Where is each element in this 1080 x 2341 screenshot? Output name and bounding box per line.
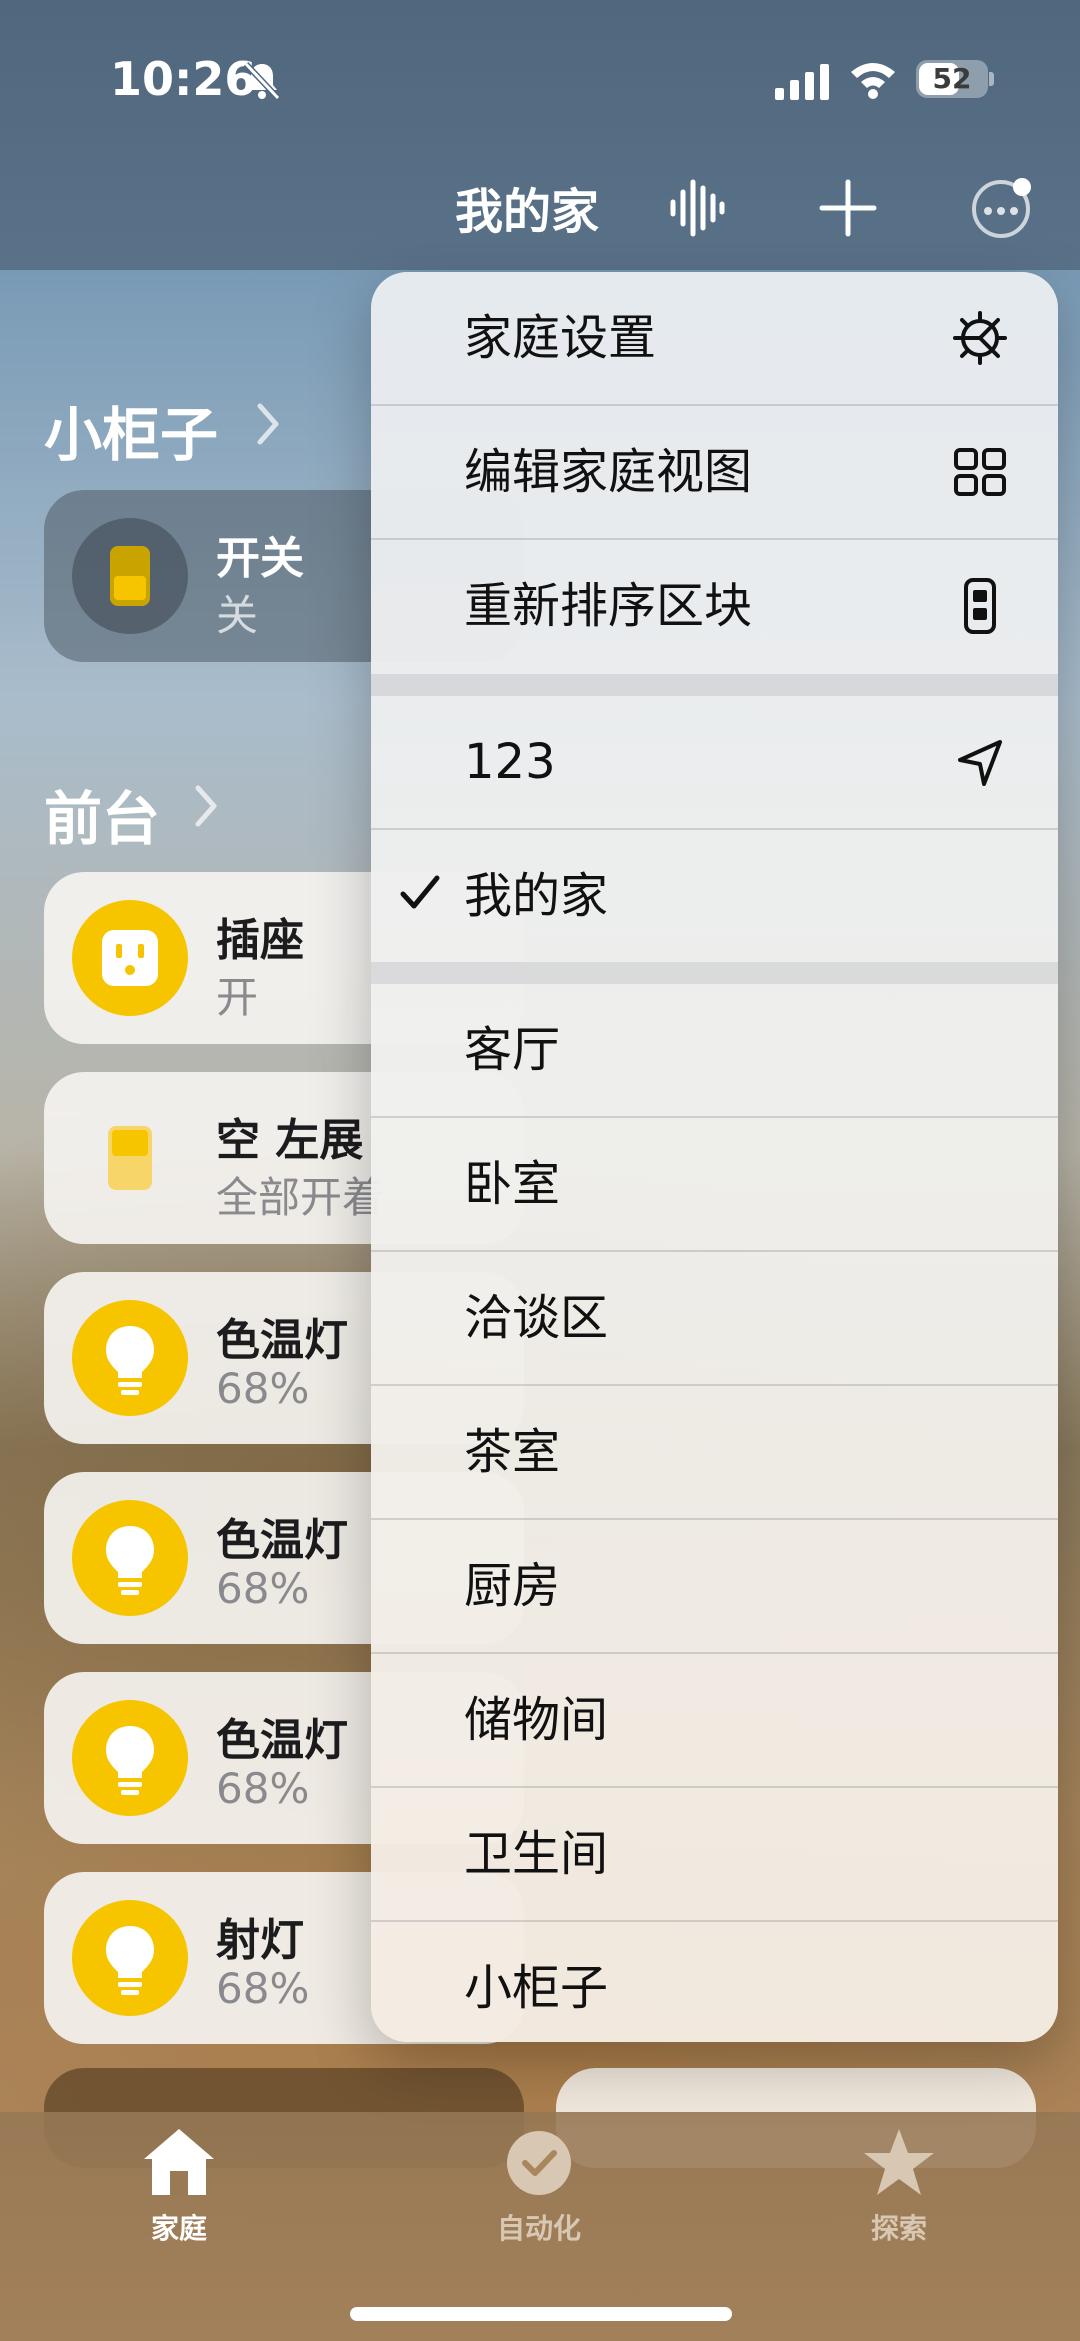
tile-name: 空 左展 bbox=[216, 1115, 364, 1166]
tile-name: 插座 bbox=[216, 915, 304, 966]
outlet-icon bbox=[72, 900, 188, 1016]
lightbulb-icon bbox=[72, 1900, 188, 2016]
menu-item-room[interactable]: 卫生间 bbox=[371, 1788, 1058, 1920]
tab-label: 家庭 bbox=[150, 2212, 207, 2245]
tile-state: 68% bbox=[216, 1964, 310, 2013]
menu-item-room[interactable]: 客厅 bbox=[371, 984, 1058, 1116]
menu-item-room[interactable]: 储物间 bbox=[371, 1654, 1058, 1786]
switch-icon bbox=[72, 1100, 188, 1216]
tile-state: 68% bbox=[216, 1364, 310, 1413]
tile-state: 开 bbox=[216, 973, 259, 1022]
star-icon bbox=[864, 2129, 934, 2195]
menu-item-label: 卫生间 bbox=[464, 1826, 609, 1882]
menu-item-room[interactable]: 小柜子 bbox=[371, 1922, 1058, 2042]
tile-name: 色温灯 bbox=[216, 1715, 348, 1766]
menu-item-label: 客厅 bbox=[464, 1022, 561, 1078]
menu-item-label: 123 bbox=[464, 734, 556, 790]
menu-item-label: 重新排序区块 bbox=[464, 578, 753, 634]
location-arrow-icon bbox=[958, 740, 1002, 786]
clock-check-icon bbox=[507, 2131, 571, 2195]
tile-name: 射灯 bbox=[216, 1915, 304, 1966]
tab-home[interactable]: 家庭 bbox=[79, 2125, 279, 2255]
menu-item-room[interactable]: 厨房 bbox=[371, 1520, 1058, 1652]
home-title[interactable]: 我的家 bbox=[455, 172, 599, 242]
lightbulb-icon bbox=[72, 1700, 188, 1816]
menu-item-label: 储物间 bbox=[464, 1692, 609, 1748]
notification-dot bbox=[1013, 178, 1031, 196]
menu-item-room[interactable]: 洽谈区 bbox=[371, 1252, 1058, 1384]
chevron-right-icon bbox=[195, 785, 217, 827]
section-title-front-desk[interactable]: 前台 bbox=[44, 772, 160, 856]
checkmark-icon bbox=[400, 875, 440, 909]
switch-icon bbox=[72, 518, 188, 634]
tab-label: 自动化 bbox=[496, 2212, 581, 2245]
home-indicator bbox=[350, 2307, 732, 2321]
menu-item-label: 卧室 bbox=[464, 1156, 561, 1212]
gear-icon bbox=[953, 311, 1007, 365]
lightbulb-icon bbox=[72, 1300, 188, 1416]
menu-item-edit-home-view[interactable]: 编辑家庭视图 bbox=[371, 406, 1058, 538]
section-title-cabinet[interactable]: 小柜子 bbox=[44, 388, 218, 472]
add-icon[interactable] bbox=[818, 178, 878, 238]
menu-item-label: 编辑家庭视图 bbox=[464, 444, 753, 500]
menu-group-separator bbox=[371, 674, 1058, 696]
menu-item-home-settings[interactable]: 家庭设置 bbox=[371, 272, 1058, 404]
reorder-icon bbox=[964, 578, 996, 634]
menu-item-room[interactable]: 卧室 bbox=[371, 1118, 1058, 1250]
battery-level: 52 bbox=[932, 62, 972, 95]
menu-item-label: 厨房 bbox=[464, 1558, 561, 1614]
cellular-signal-icon bbox=[775, 64, 829, 100]
tile-state: 全部开着 bbox=[216, 1173, 385, 1222]
grid-icon bbox=[954, 448, 1006, 496]
menu-item-label: 家庭设置 bbox=[464, 310, 657, 366]
menu-group-separator bbox=[371, 962, 1058, 984]
house-icon bbox=[144, 2129, 214, 2195]
lightbulb-icon bbox=[72, 1500, 188, 1616]
chevron-right-icon bbox=[257, 403, 279, 445]
status-time: 10:26 bbox=[110, 52, 257, 106]
tab-discover[interactable]: 探索 bbox=[799, 2125, 999, 2255]
tile-name: 色温灯 bbox=[216, 1315, 348, 1366]
tile-name: 色温灯 bbox=[216, 1515, 348, 1566]
home-menu: 家庭设置 编辑家庭视图 重新排序区块 123 我的家 客厅 卧室 洽谈区 茶室 … bbox=[371, 272, 1058, 2042]
bell-off-icon bbox=[243, 61, 281, 101]
battery-indicator: 52 bbox=[916, 60, 988, 98]
tile-state: 关 bbox=[216, 591, 259, 640]
tab-label: 探索 bbox=[870, 2212, 927, 2245]
tile-state: 68% bbox=[216, 1564, 310, 1613]
tab-automation[interactable]: 自动化 bbox=[439, 2125, 639, 2255]
battery-tip bbox=[989, 72, 994, 86]
menu-item-home-my-home[interactable]: 我的家 bbox=[371, 830, 1058, 962]
voice-waveform-icon[interactable] bbox=[668, 178, 726, 238]
menu-item-room[interactable]: 茶室 bbox=[371, 1386, 1058, 1518]
menu-item-label: 洽谈区 bbox=[464, 1290, 609, 1346]
menu-item-label: 茶室 bbox=[464, 1424, 561, 1480]
menu-item-label: 小柜子 bbox=[464, 1960, 609, 2016]
tile-name: 开关 bbox=[216, 533, 304, 584]
wifi-icon bbox=[851, 63, 895, 99]
menu-item-reorder-sections[interactable]: 重新排序区块 bbox=[371, 540, 1058, 672]
menu-item-home-123[interactable]: 123 bbox=[371, 696, 1058, 828]
menu-item-label: 我的家 bbox=[464, 868, 609, 924]
tile-state: 68% bbox=[216, 1764, 310, 1813]
